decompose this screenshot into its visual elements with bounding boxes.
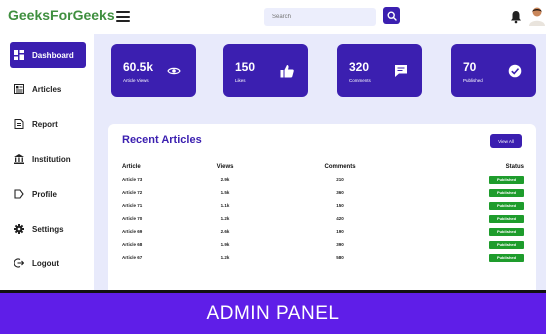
banner-text: ADMIN PANEL (206, 302, 340, 324)
article-cell: Article 68 (122, 242, 143, 247)
table-row[interactable]: Article 68 1.9k 390 Published (122, 238, 524, 251)
search-button[interactable] (383, 7, 400, 24)
views-cell: 1.2k (220, 216, 230, 221)
settings-icon (14, 224, 24, 234)
stat-card-likes[interactable]: 150 Likes (223, 44, 308, 97)
stat-card-views[interactable]: 60.5k Article Views (111, 44, 196, 97)
eye-icon (167, 67, 181, 75)
thumbs-up-icon (280, 65, 294, 78)
status-cell: Published (415, 212, 524, 225)
comments-cell: 360 (336, 190, 344, 195)
column-header-comments[interactable]: Comments (265, 160, 415, 173)
sidebar-item-report[interactable]: Report (10, 111, 86, 137)
view-all-button[interactable]: View All (490, 134, 522, 148)
table-header-row: Article Views Comments Status (122, 160, 524, 173)
sidebar-item-institution[interactable]: Institution (10, 146, 86, 172)
comment-icon (395, 65, 407, 77)
views-cell: 1.2k (220, 255, 230, 260)
status-cell: Published (415, 238, 524, 251)
sidebar-item-label: Settings (32, 224, 64, 234)
comments-cell: 190 (336, 229, 344, 234)
search-icon (386, 10, 397, 21)
status-badge: Published (489, 214, 524, 223)
menu-icon[interactable] (116, 11, 130, 22)
article-cell: Article 73 (122, 177, 143, 182)
articles-icon (14, 84, 24, 94)
search-input[interactable] (264, 8, 376, 26)
stat-label: Likes (235, 78, 246, 83)
stat-card-comments[interactable]: 320 Comments (337, 44, 422, 97)
stat-label: Comments (349, 78, 371, 83)
status-cell: Published (415, 173, 524, 186)
table-row[interactable]: Article 71 1.1k 150 Published (122, 199, 524, 212)
status-cell: Published (415, 251, 524, 264)
stat-card-published[interactable]: 70 Published (451, 44, 536, 97)
column-header-views[interactable]: Views (185, 160, 265, 173)
table-row[interactable]: Article 67 1.2k 580 Published (122, 251, 524, 264)
article-cell: Article 72 (122, 190, 143, 195)
status-badge: Published (489, 253, 524, 262)
table-row[interactable]: Article 72 1.5k 360 Published (122, 186, 524, 199)
column-header-status[interactable]: Status (415, 160, 524, 173)
sidebar-item-profile[interactable]: Profile (10, 181, 86, 207)
sidebar-item-label: Logout (32, 258, 60, 268)
views-cell: 2.6k (220, 229, 230, 234)
panel-title: Recent Articles (122, 134, 202, 146)
articles-table: Article Views Comments Status Article 73… (122, 160, 524, 264)
dashboard-icon (14, 50, 24, 60)
admin-panel-banner: ADMIN PANEL (0, 290, 546, 334)
column-header-article[interactable]: Article (122, 160, 185, 173)
sidebar-item-label: Dashboard (32, 50, 74, 60)
comments-cell: 210 (336, 177, 344, 182)
article-cell: Article 71 (122, 203, 143, 208)
status-badge: Published (489, 188, 524, 197)
stat-label: Published (463, 78, 483, 83)
logout-icon (14, 258, 24, 268)
status-badge: Published (489, 175, 524, 184)
table-row[interactable]: Article 70 1.2k 420 Published (122, 212, 524, 225)
status-badge: Published (489, 240, 524, 249)
views-cell: 1.5k (220, 190, 230, 195)
main-content: 60.5k Article Views 150 Likes 320 Commen… (94, 34, 546, 334)
profile-icon (14, 189, 24, 199)
comments-cell: 420 (336, 216, 344, 221)
article-cell: Article 67 (122, 255, 143, 260)
top-bar: GeeksForGeeks (0, 0, 546, 34)
report-icon (14, 119, 24, 129)
article-cell: Article 69 (122, 229, 143, 234)
status-badge: Published (489, 201, 524, 210)
status-badge: Published (489, 227, 524, 236)
views-cell: 1.9k (220, 242, 230, 247)
comments-cell: 580 (336, 255, 344, 260)
sidebar-item-label: Profile (32, 189, 57, 199)
sidebar-item-label: Institution (32, 154, 71, 164)
sidebar-item-settings[interactable]: Settings (10, 216, 86, 242)
table-row[interactable]: Article 69 2.6k 190 Published (122, 225, 524, 238)
check-circle-icon (508, 64, 522, 78)
views-cell: 2.9k (220, 177, 230, 182)
views-cell: 1.1k (220, 203, 230, 208)
table-row[interactable]: Article 73 2.9k 210 Published (122, 173, 524, 186)
comments-cell: 150 (336, 203, 344, 208)
sidebar-item-dashboard[interactable]: Dashboard (10, 42, 86, 68)
stat-value: 320 (349, 60, 370, 74)
institution-icon (14, 154, 24, 164)
brand-logo[interactable]: GeeksForGeeks (8, 7, 115, 23)
avatar[interactable] (528, 6, 546, 26)
sidebar-item-label: Report (32, 119, 58, 129)
stat-value: 70 (463, 60, 477, 74)
sidebar: Dashboard Articles Report Institution Pr… (0, 34, 94, 334)
bell-icon[interactable] (510, 10, 522, 24)
stat-value: 150 (235, 60, 256, 74)
stat-value: 60.5k (123, 60, 154, 74)
sidebar-item-label: Articles (32, 84, 62, 94)
sidebar-item-logout[interactable]: Logout (10, 250, 86, 276)
status-cell: Published (415, 225, 524, 238)
status-cell: Published (415, 186, 524, 199)
comments-cell: 390 (336, 242, 344, 247)
sidebar-item-articles[interactable]: Articles (10, 76, 86, 102)
status-cell: Published (415, 199, 524, 212)
article-cell: Article 70 (122, 216, 143, 221)
stat-label: Article Views (123, 78, 149, 83)
